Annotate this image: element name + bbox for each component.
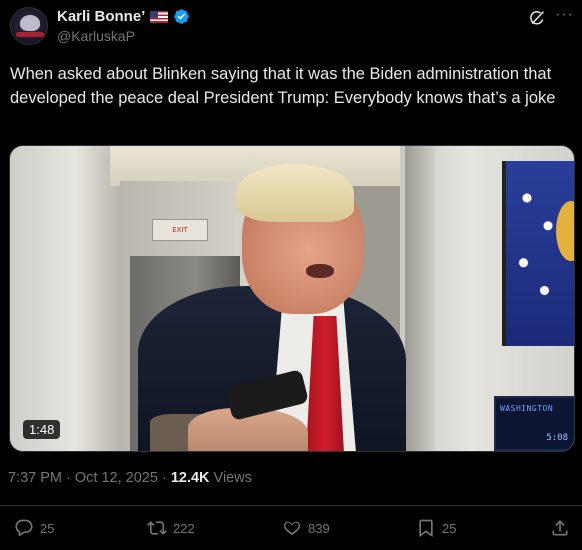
speaker-hair: [236, 164, 354, 222]
reply-count: 25: [40, 520, 55, 536]
avatar[interactable]: [10, 7, 48, 45]
tv-screen: [502, 161, 574, 346]
display-name[interactable]: Karli Bonne’: [57, 8, 145, 25]
name-row: Karli Bonne’: [57, 8, 190, 25]
reply-icon: [15, 519, 33, 537]
tweet-meta: 7:37 PM · Oct 12, 2025 · 12.4K Views: [8, 470, 252, 486]
meta-separator: ·: [66, 470, 75, 486]
tweet-time[interactable]: 7:37 PM: [8, 470, 62, 486]
divider: [0, 505, 582, 506]
like-button[interactable]: 839: [282, 518, 330, 538]
like-icon: [283, 521, 301, 535]
repost-button[interactable]: 222: [147, 518, 195, 538]
us-flag-icon: [150, 10, 169, 23]
action-bar: 25 222 839 25: [0, 514, 582, 546]
bookmark-button[interactable]: 25: [416, 518, 456, 538]
tweet-text: When asked about Blinken saying that it …: [10, 65, 556, 107]
tv-clock: 5:08: [546, 433, 568, 443]
avatar-banner: [16, 32, 44, 37]
video-player[interactable]: EXIT WASHINGTON 5:08 1:48: [9, 145, 575, 452]
views-count: 12.4K: [170, 470, 210, 486]
reply-button[interactable]: 25: [14, 518, 54, 538]
like-count: 839: [308, 520, 330, 536]
tv-caption: WASHINGTON: [500, 404, 554, 413]
cabin-wall-left: [10, 146, 120, 451]
tweet-header: Karli Bonne’ @KarluskaP ···: [10, 6, 576, 46]
more-icon[interactable]: ···: [555, 6, 574, 24]
verified-badge-icon[interactable]: [173, 8, 190, 25]
views-label: Views: [213, 470, 252, 486]
share-button[interactable]: [550, 518, 570, 538]
handle[interactable]: @KarluskaP: [57, 28, 135, 44]
exit-sign: EXIT: [152, 219, 208, 241]
speaker-mouth: [306, 264, 334, 278]
meta-separator: ·: [161, 470, 171, 486]
video-duration: 1:48: [23, 420, 61, 439]
repost-count: 222: [173, 520, 195, 536]
bookmark-icon: [419, 519, 433, 538]
share-icon: [552, 520, 568, 536]
avatar-figure: [20, 15, 40, 31]
repost-icon: [147, 521, 167, 535]
cabin-panel: [405, 146, 435, 451]
tweet-date[interactable]: Oct 12, 2025: [75, 470, 158, 486]
grok-icon[interactable]: [528, 9, 546, 27]
bookmark-count: 25: [442, 520, 457, 536]
tv-lower-screen: WASHINGTON 5:08: [494, 396, 574, 451]
